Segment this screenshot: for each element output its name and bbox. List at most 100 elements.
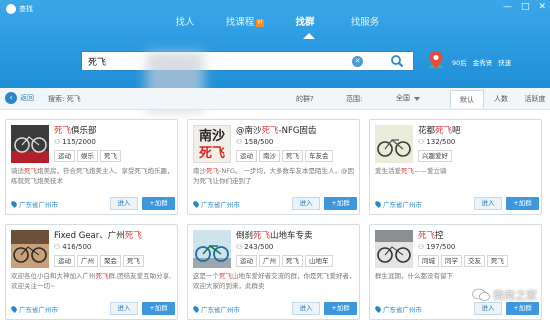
- tag-list: 运动 广州 聚会 死飞: [54, 255, 144, 267]
- sort-tab-members[interactable]: 人数: [484, 90, 518, 108]
- search-input[interactable]: [82, 56, 352, 66]
- avatar-text: 南沙: [198, 129, 225, 144]
- tag[interactable]: 运动: [236, 255, 257, 267]
- avatar-text: 死飞: [198, 146, 225, 161]
- tag[interactable]: 车友会: [305, 150, 333, 162]
- members-icon: ⚇: [54, 138, 61, 146]
- enter-button[interactable]: 进入: [474, 197, 502, 210]
- group-card[interactable]: 死飞俱乐部 ⚇ 115/2000 运动 娱乐 死飞 骑适死飞炮美房，符合死飞炮美主…: [5, 119, 178, 215]
- group-name[interactable]: 死飞控: [418, 229, 444, 241]
- group-card[interactable]: 花都死飞吧 ⚇ 132/500 兴趣爱好 爱生活爱死飞——爱立骑 广东省广州市 进…: [369, 119, 542, 215]
- join-group-button[interactable]: +加群: [506, 197, 539, 210]
- tab-find-services[interactable]: 找服务: [335, 10, 395, 32]
- join-group-button[interactable]: +加群: [142, 302, 175, 315]
- join-group-button[interactable]: +加群: [324, 302, 357, 315]
- group-location: 广东省广州市: [10, 304, 58, 314]
- maximize-icon[interactable]: □: [521, 2, 530, 12]
- group-avatar: [375, 125, 413, 163]
- tag[interactable]: 广州: [77, 255, 98, 267]
- nav-tabs: 找人 找课程 H 找群 找服务: [155, 10, 395, 39]
- member-count: ⚇ 243/500: [236, 243, 274, 251]
- tag[interactable]: 死飞: [487, 255, 508, 267]
- search-summary: 搜索: 死飞: [48, 95, 81, 103]
- tag[interactable]: 死飞: [282, 255, 303, 267]
- join-group-button[interactable]: +加群: [506, 302, 539, 315]
- group-location: 广东省广州市: [10, 199, 58, 209]
- tag[interactable]: 交友: [464, 255, 485, 267]
- clear-search-icon[interactable]: ✕: [352, 55, 363, 67]
- location-icon: [10, 200, 18, 208]
- minimize-icon[interactable]: —: [503, 2, 512, 12]
- group-card[interactable]: Fixed Gear、广州死飞 ⚇ 416/500 运动 广州 聚会 死飞 欢迎各…: [5, 224, 178, 320]
- group-name[interactable]: 死飞俱乐部: [54, 124, 97, 136]
- wechat-icon: [472, 288, 490, 301]
- search-box: ✕: [81, 51, 381, 71]
- tab-label: 找群: [295, 17, 315, 28]
- group-description: 爱生活爱死飞——爱立骑: [375, 167, 447, 175]
- enter-button[interactable]: 进入: [292, 197, 320, 210]
- join-group-button[interactable]: +加群: [324, 197, 357, 210]
- filter-bar: ‹ 返回 搜索: 死飞 的群? 范围: 全国 默认 人数 活跃度: [0, 88, 550, 110]
- tag[interactable]: 运动: [54, 255, 75, 267]
- tag[interactable]: 死飞: [100, 150, 121, 162]
- enter-button[interactable]: 进入: [110, 197, 138, 210]
- location-icon: [192, 200, 200, 208]
- sort-tab-default[interactable]: 默认: [450, 90, 484, 108]
- group-name[interactable]: @南沙死飞-NFG固齿: [236, 124, 316, 136]
- search-button[interactable]: [380, 51, 414, 71]
- group-name[interactable]: Fixed Gear、广州死飞: [54, 229, 142, 241]
- members-icon: ⚇: [418, 138, 425, 146]
- group-card[interactable]: 死飞控 ⚇ 197/500 同城 同学 交友 死飞 群生涯期，什么都没有留下 广东…: [369, 224, 542, 320]
- sort-tab-activity[interactable]: 活跃度: [518, 90, 550, 108]
- group-card[interactable]: 南沙 死飞 @南沙死飞-NFG固齿 ⚇ 158/500 运动 南沙 死飞 车友会 …: [187, 119, 360, 215]
- tag[interactable]: 死飞: [282, 150, 303, 162]
- level-link[interactable]: 90后: [452, 57, 467, 67]
- enter-button[interactable]: 进入: [474, 302, 502, 315]
- range-select[interactable]: 全国: [396, 93, 420, 103]
- tag[interactable]: 同学: [441, 255, 462, 267]
- tab-find-courses[interactable]: 找课程 H: [215, 10, 275, 32]
- tag[interactable]: 娱乐: [77, 150, 98, 162]
- member-count: ⚇ 158/500: [236, 138, 274, 146]
- group-card[interactable]: 倒刹死飞山地车专卖 ⚇ 243/500 运动 广州 死飞 山地车 这是一个死飞山地…: [187, 224, 360, 320]
- location-pin-icon[interactable]: [428, 50, 444, 70]
- window-controls: — □ ✕: [503, 2, 546, 12]
- group-location: 广东省广州市: [374, 199, 422, 209]
- members-icon: ⚇: [236, 243, 243, 251]
- back-button[interactable]: ‹ 返回: [5, 92, 34, 104]
- rich-link[interactable]: 金秀贤: [473, 57, 493, 67]
- sort-tabs: 默认 人数 活跃度: [450, 90, 550, 108]
- member-count: ⚇ 416/500: [54, 243, 92, 251]
- top-right-links: 90后 金秀贤 快速: [452, 57, 511, 67]
- join-group-button[interactable]: +加群: [142, 197, 175, 210]
- members-icon: ⚇: [418, 243, 425, 251]
- watermark: 微商之家: [472, 287, 537, 303]
- tag[interactable]: 广州: [259, 255, 280, 267]
- group-description: 骑适死飞炮美房，符合死飞炮美主人、享受死飞炮乐趣，练就死飞炮美技术: [11, 167, 174, 185]
- tab-find-groups[interactable]: 找群: [275, 10, 335, 39]
- tag[interactable]: 死飞: [123, 255, 144, 267]
- group-description: 欢迎各位小白和大神加入广州死飞群,团结友爱互助分享,欢迎关注一切~: [11, 272, 172, 290]
- tag[interactable]: 南沙: [259, 150, 280, 162]
- tag[interactable]: 运动: [236, 150, 257, 162]
- tag[interactable]: 运动: [54, 150, 75, 162]
- tag[interactable]: 山地车: [305, 255, 333, 267]
- close-icon[interactable]: ✕: [538, 2, 546, 12]
- group-name[interactable]: 倒刹死飞山地车专卖: [236, 229, 313, 241]
- tag[interactable]: 聚会: [100, 255, 121, 267]
- enter-button[interactable]: 进入: [292, 302, 320, 315]
- back-arrow-icon: ‹: [5, 92, 17, 104]
- group-name[interactable]: 花都死飞吧: [418, 124, 461, 136]
- tag[interactable]: 同城: [418, 255, 439, 267]
- group-location: 广东省广州市: [192, 199, 240, 209]
- fast-link[interactable]: 快速: [498, 57, 511, 67]
- enter-button[interactable]: 进入: [110, 302, 138, 315]
- query-hint: 的群?: [296, 95, 314, 103]
- tag[interactable]: 兴趣爱好: [418, 150, 452, 162]
- tab-label: 找课程: [225, 17, 255, 28]
- group-avatar: [193, 230, 231, 268]
- back-label: 返回: [20, 94, 34, 102]
- tab-find-people[interactable]: 找人: [155, 10, 215, 32]
- group-location: 广东省广州市: [374, 304, 422, 314]
- group-avatar: [11, 230, 49, 268]
